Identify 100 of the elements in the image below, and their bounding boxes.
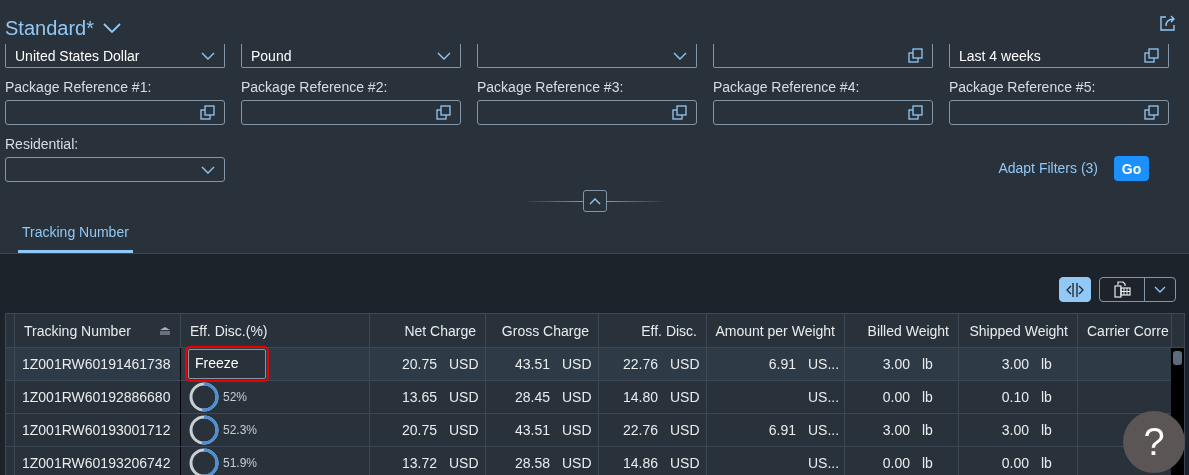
column-resize-icon bbox=[1066, 281, 1084, 298]
input-field[interactable] bbox=[713, 100, 933, 125]
input-field[interactable] bbox=[241, 100, 461, 125]
chevron-up-icon bbox=[588, 197, 601, 205]
unit-text: USD bbox=[669, 389, 701, 405]
unit-text: USD bbox=[561, 422, 593, 438]
progress-ring bbox=[188, 414, 220, 446]
filter-label: Package Reference #4: bbox=[713, 79, 861, 95]
unit-text: USD bbox=[561, 356, 593, 372]
amount-text: 6.91 bbox=[768, 422, 796, 438]
unit-text: USD bbox=[669, 356, 701, 372]
chevron-down-icon bbox=[437, 51, 451, 60]
chevron-down-icon bbox=[201, 165, 215, 174]
sort-icon bbox=[159, 326, 171, 335]
amount-text: 0.00 bbox=[1001, 455, 1029, 471]
adapt-filters-link[interactable]: Adapt Filters (3) bbox=[998, 160, 1098, 181]
filter-label: Package Reference #5: bbox=[949, 79, 1097, 95]
amount-text: 0.10 bbox=[1001, 389, 1029, 405]
column-header[interactable]: Gross Charge bbox=[486, 314, 599, 347]
unit-text: USD bbox=[669, 422, 701, 438]
unit-text: lb bbox=[921, 455, 934, 471]
collapse-button[interactable] bbox=[582, 190, 607, 212]
table-row[interactable]: 1Z001RW60192886680 52% 13.65 USD 28.45 USD 14.80 USD US... 0.00 lb 0.10 lb bbox=[6, 381, 1171, 414]
amount-text: 3.00 bbox=[882, 356, 910, 372]
variant-title[interactable]: Standard* bbox=[5, 16, 94, 40]
amount-text: 0.00 bbox=[882, 455, 910, 471]
amount-text: 43.51 bbox=[514, 422, 550, 438]
unit-text: US... bbox=[807, 455, 840, 471]
select-field[interactable] bbox=[5, 157, 225, 182]
amount-text: 28.58 bbox=[514, 455, 550, 471]
percent-text: 52% bbox=[223, 390, 248, 404]
column-header[interactable]: Eff. Disc. bbox=[599, 314, 707, 347]
amount-text: 6.91 bbox=[768, 356, 796, 372]
unit-text: USD bbox=[669, 455, 701, 471]
tracking-number: 1Z001RW60193001712 bbox=[22, 422, 171, 438]
spreadsheet-icon bbox=[1113, 281, 1131, 298]
unit-text: lb bbox=[921, 356, 934, 372]
value-help-icon bbox=[1144, 48, 1159, 63]
amount-text: 22.76 bbox=[622, 356, 658, 372]
column-header[interactable]: Amount per Weight bbox=[707, 314, 845, 347]
column-header[interactable]: Tracking Number bbox=[15, 314, 181, 347]
value-help-icon bbox=[200, 105, 215, 120]
percent-text: 52.3% bbox=[223, 423, 258, 437]
select-field[interactable]: United States Dollar bbox=[5, 44, 225, 68]
amount-text: 0.00 bbox=[882, 389, 910, 405]
progress-ring bbox=[188, 381, 220, 413]
column-header[interactable]: Billed Weight bbox=[845, 314, 959, 347]
amount-text: 20.75 bbox=[401, 356, 437, 372]
tracking-number: 1Z001RW60191461738 bbox=[22, 356, 171, 372]
unit-text: US... bbox=[807, 356, 840, 372]
input-field[interactable]: Last 4 weeks bbox=[949, 44, 1169, 68]
unit-text: USD bbox=[448, 455, 480, 471]
select-field[interactable] bbox=[477, 44, 697, 68]
unit-text: USD bbox=[448, 422, 480, 438]
value-help-icon bbox=[436, 105, 451, 120]
unit-text: US... bbox=[807, 389, 840, 405]
column-header[interactable]: Net Charge bbox=[370, 314, 486, 347]
filter-label: Residential: bbox=[5, 136, 80, 152]
column-resize-button[interactable] bbox=[1059, 277, 1091, 302]
amount-text: 3.00 bbox=[1001, 356, 1029, 372]
value-help-icon bbox=[908, 105, 923, 120]
unit-text: lb bbox=[1040, 455, 1053, 471]
value-help-icon bbox=[1144, 105, 1159, 120]
amount-text: 28.45 bbox=[514, 389, 550, 405]
input-field[interactable] bbox=[949, 100, 1169, 125]
select-field[interactable]: Pound bbox=[241, 44, 461, 68]
column-header[interactable]: Shipped Weight bbox=[959, 314, 1078, 347]
input-field[interactable] bbox=[713, 44, 933, 68]
amount-text: 14.80 bbox=[622, 389, 658, 405]
input-field[interactable] bbox=[477, 100, 697, 125]
chevron-down-icon[interactable] bbox=[101, 22, 122, 34]
filter-label: Package Reference #2: bbox=[241, 79, 389, 95]
amount-text: 3.00 bbox=[1001, 422, 1029, 438]
amount-text: 43.51 bbox=[514, 356, 550, 372]
amount-text: 3.00 bbox=[882, 422, 910, 438]
unit-text: USD bbox=[448, 389, 480, 405]
export-menu-button[interactable] bbox=[1099, 277, 1176, 302]
unit-text: USD bbox=[448, 356, 480, 372]
filter-label: Package Reference #1: bbox=[5, 79, 153, 95]
amount-text: 13.65 bbox=[401, 389, 437, 405]
amount-text: 20.75 bbox=[401, 422, 437, 438]
caret-icon bbox=[1154, 286, 1166, 293]
chevron-down-icon bbox=[673, 51, 687, 60]
input-field[interactable]: Freeze bbox=[188, 349, 266, 379]
unit-text: lb bbox=[1040, 422, 1053, 438]
chevron-down-icon bbox=[201, 51, 215, 60]
amount-text: 13.72 bbox=[401, 455, 437, 471]
input-field[interactable] bbox=[5, 100, 225, 125]
table-row[interactable]: 1Z001RW60191461738 Freeze 20.75 USD 43.51 USD 22.76 USD 6.91 US... 3.00 lb 3.00 lb bbox=[6, 348, 1171, 381]
unit-text: USD bbox=[561, 389, 593, 405]
unit-text: USD bbox=[561, 455, 593, 471]
amount-text: 22.76 bbox=[622, 422, 658, 438]
unit-text: US... bbox=[807, 422, 840, 438]
amount-text: 14.86 bbox=[622, 455, 658, 471]
column-header[interactable]: Carrier Corre bbox=[1078, 314, 1172, 347]
filter-label: Package Reference #3: bbox=[477, 79, 625, 95]
unit-text: lb bbox=[921, 422, 934, 438]
unit-text: lb bbox=[1040, 389, 1053, 405]
unit-text: lb bbox=[921, 389, 934, 405]
share-icon[interactable] bbox=[1159, 14, 1177, 32]
